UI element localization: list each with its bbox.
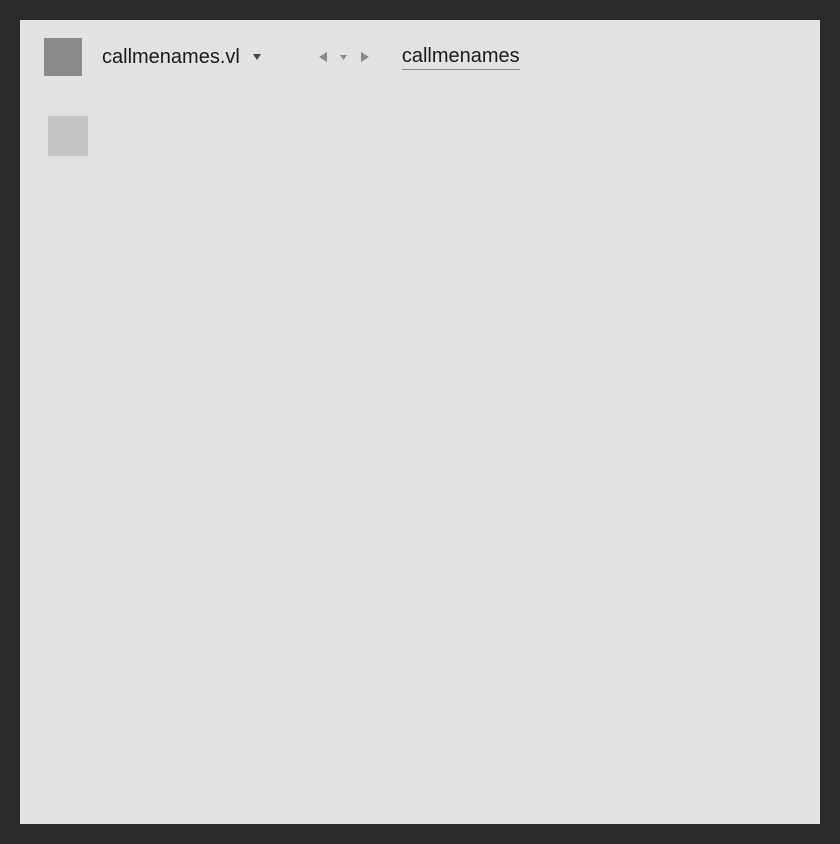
- patch-canvas[interactable]: [20, 76, 820, 156]
- nav-forward-button[interactable]: [354, 46, 376, 68]
- header-bar: callmenames.vl callmenames: [20, 20, 820, 76]
- document-dropdown-icon[interactable]: [250, 50, 264, 64]
- patch-name[interactable]: callmenames: [402, 45, 520, 70]
- app-window: callmenames.vl callmenames: [20, 20, 820, 824]
- node-placeholder[interactable]: [48, 116, 88, 156]
- nav-back-button[interactable]: [312, 46, 334, 68]
- document-title[interactable]: callmenames.vl: [102, 46, 240, 69]
- document-icon[interactable]: [44, 38, 82, 76]
- nav-history-dropdown-icon[interactable]: [338, 51, 350, 63]
- nav-group: [312, 46, 376, 68]
